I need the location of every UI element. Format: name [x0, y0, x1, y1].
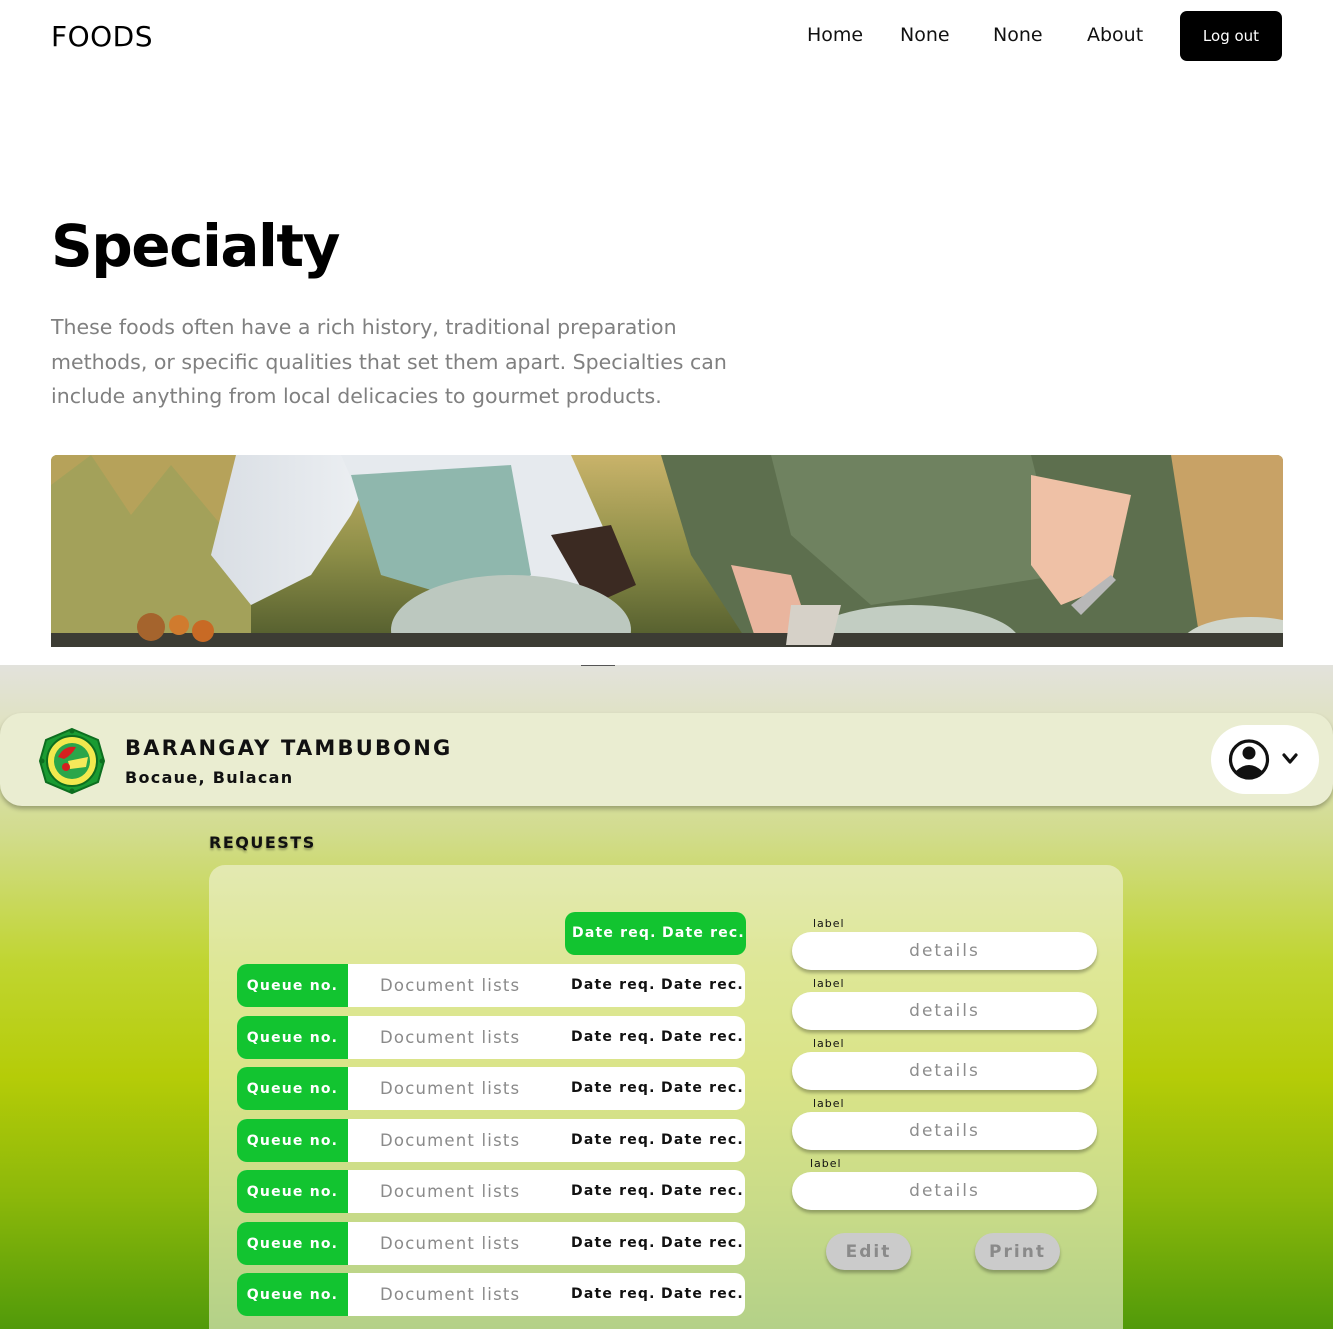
user-menu-button[interactable]: [1211, 725, 1319, 794]
queue-number: Queue no.: [237, 1119, 348, 1162]
date-requested: Date req.: [571, 1029, 656, 1045]
details-field[interactable]: details: [792, 932, 1097, 970]
edit-button[interactable]: Edit: [826, 1233, 911, 1270]
date-requested: Date req.: [571, 1235, 656, 1251]
queue-number: Queue no.: [237, 1067, 348, 1110]
table-header: Date req. Date rec.: [565, 912, 746, 955]
date-received: Date rec.: [661, 1029, 744, 1045]
table-row[interactable]: Queue no. Document lists Date req. Date …: [237, 1119, 745, 1162]
document-list: Document lists: [380, 1079, 521, 1098]
date-received: Date rec.: [661, 1132, 744, 1148]
table-row[interactable]: Queue no. Document lists Date req. Date …: [237, 1273, 745, 1316]
table-row[interactable]: Queue no. Document lists Date req. Date …: [237, 1016, 745, 1059]
document-list: Document lists: [380, 1182, 521, 1201]
queue-number: Queue no.: [237, 1222, 348, 1265]
hero-image-graphic: [51, 455, 1283, 647]
date-received: Date rec.: [661, 1183, 744, 1199]
table-row[interactable]: Queue no. Document lists Date req. Date …: [237, 1222, 745, 1265]
date-received: Date rec.: [661, 1286, 744, 1302]
header-date-received: Date rec.: [662, 925, 745, 941]
date-requested: Date req.: [571, 977, 656, 993]
date-requested: Date req.: [571, 1183, 656, 1199]
field-label: label: [813, 917, 845, 930]
field-label: label: [813, 1037, 845, 1050]
seal-icon: [38, 727, 106, 795]
nav-none-2[interactable]: None: [993, 24, 1043, 46]
app-header: BARANGAY TAMBUBONG Bocaue, Bulacan: [0, 713, 1333, 806]
date-requested: Date req.: [571, 1286, 656, 1302]
nav-about[interactable]: About: [1087, 24, 1143, 46]
page-description: These foods often have a rich history, t…: [51, 315, 727, 408]
document-list: Document lists: [380, 1028, 521, 1047]
date-received: Date rec.: [661, 1080, 744, 1096]
details-field[interactable]: details: [792, 1052, 1097, 1090]
barangay-app: BARANGAY TAMBUBONG Bocaue, Bulacan REQUE…: [0, 665, 1333, 1329]
field-label: label: [813, 977, 845, 990]
barangay-name: BARANGAY TAMBUBONG: [125, 736, 453, 760]
date-received: Date rec.: [661, 1235, 744, 1251]
site-brand[interactable]: FOODS: [51, 20, 153, 53]
queue-number: Queue no.: [237, 964, 348, 1007]
date-received: Date rec.: [661, 977, 744, 993]
page-title: Specialty: [51, 212, 340, 280]
section-title: REQUESTS: [209, 833, 316, 852]
document-list: Document lists: [380, 1285, 521, 1304]
nav-none-1[interactable]: None: [900, 24, 950, 46]
queue-number: Queue no.: [237, 1273, 348, 1316]
divider: [581, 665, 615, 666]
table-row[interactable]: Queue no. Document lists Date req. Date …: [237, 1170, 745, 1213]
nav-home[interactable]: Home: [807, 24, 863, 46]
details-field[interactable]: details: [792, 992, 1097, 1030]
table-row[interactable]: Queue no. Document lists Date req. Date …: [237, 964, 745, 1007]
logout-button[interactable]: Log out: [1180, 11, 1282, 61]
foods-site: FOODS Home None None About Log out Speci…: [0, 0, 1333, 665]
print-button[interactable]: Print: [975, 1233, 1060, 1270]
document-list: Document lists: [380, 976, 521, 995]
field-label: label: [813, 1097, 845, 1110]
user-circle-icon: [1228, 739, 1270, 780]
date-requested: Date req.: [571, 1132, 656, 1148]
queue-number: Queue no.: [237, 1016, 348, 1059]
table-row[interactable]: Queue no. Document lists Date req. Date …: [237, 1067, 745, 1110]
hero-image: [51, 455, 1283, 647]
header-date-requested: Date req.: [572, 925, 657, 941]
chevron-down-icon: [1282, 753, 1298, 764]
document-list: Document lists: [380, 1131, 521, 1150]
details-field[interactable]: details: [792, 1112, 1097, 1150]
barangay-location: Bocaue, Bulacan: [125, 768, 294, 787]
queue-number: Queue no.: [237, 1170, 348, 1213]
date-requested: Date req.: [571, 1080, 656, 1096]
field-label: label: [810, 1157, 842, 1170]
requests-panel: Date req. Date rec. Queue no. Document l…: [209, 865, 1123, 1329]
document-list: Document lists: [380, 1234, 521, 1253]
barangay-seal-logo: [38, 727, 106, 795]
details-field[interactable]: details: [792, 1172, 1097, 1210]
